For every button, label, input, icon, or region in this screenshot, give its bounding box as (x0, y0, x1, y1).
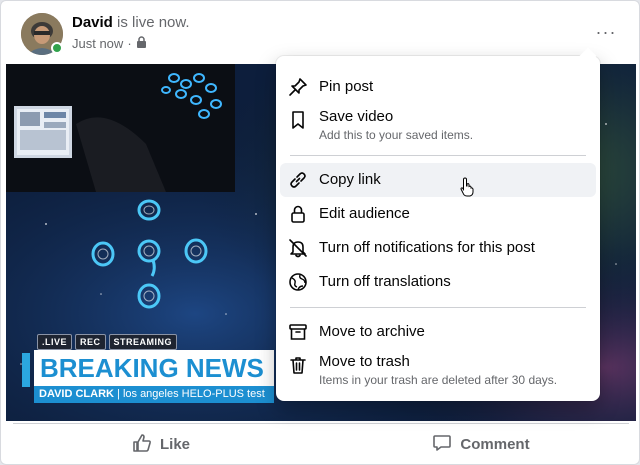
like-label: Like (159, 436, 190, 453)
post-time[interactable]: Just now (72, 36, 123, 51)
meta-separator: · (127, 36, 132, 51)
trash-icon (288, 355, 308, 375)
menu-item-copy-link[interactable]: Copy link (280, 163, 596, 197)
like-button[interactable]: Like (1, 423, 321, 464)
menu-item-sublabel: Items in your trash are deleted after 30… (319, 373, 558, 387)
menu-item-edit-audience[interactable]: Edit audience (280, 197, 596, 231)
menu-item-label: Save video (319, 108, 394, 125)
menu-item-turn-off-notifications[interactable]: Turn off notifications for this post (280, 231, 596, 265)
author-line: David is live now. (72, 14, 190, 31)
menu-item-label: Turn off notifications for this post (319, 239, 535, 256)
author-name[interactable]: David (72, 14, 113, 31)
ticker-text: | los angeles HELO-PLUS test (117, 388, 265, 400)
online-status-dot (51, 42, 63, 54)
more-options-icon[interactable]: ··· (589, 21, 623, 43)
live-tag: .LIVE (37, 334, 73, 350)
live-status: is live now. (117, 14, 190, 31)
menu-item-pin-post[interactable]: Pin post (280, 70, 596, 104)
menu-item-label: Turn off translations (319, 273, 451, 290)
post-card: David is live now. Just now · ··· .LIVE … (0, 0, 640, 465)
live-tags: .LIVE REC STREAMING (37, 334, 178, 350)
comment-label: Comment (460, 436, 530, 453)
archive-icon (288, 322, 308, 342)
lock-icon (136, 36, 147, 51)
link-icon (288, 170, 308, 190)
hand-cursor-icon (459, 177, 477, 202)
menu-item-label: Edit audience (319, 205, 410, 222)
news-accent-bar (22, 353, 30, 387)
ticker-name: DAVID CLARK (39, 388, 114, 400)
streaming-tag: STREAMING (108, 334, 178, 350)
thumbs-up-icon (132, 433, 152, 457)
menu-separator (290, 155, 586, 156)
camera-inset (6, 64, 235, 192)
menu-item-label: Move to archive (319, 323, 425, 340)
menu-separator (290, 307, 586, 308)
comment-icon (432, 433, 452, 457)
pin-icon (288, 77, 308, 97)
menu-item-sublabel: Add this to your saved items. (319, 128, 474, 142)
menu-item-save-video[interactable]: Save video Add this to your saved items. (280, 104, 596, 150)
comment-button[interactable]: Comment (321, 423, 639, 464)
menu-item-move-to-archive[interactable]: Move to archive (280, 315, 596, 349)
globe-icon (288, 272, 308, 292)
rec-tag: REC (75, 334, 106, 350)
breaking-news-title: BREAKING NEWS (34, 350, 274, 386)
bookmark-icon (288, 110, 308, 130)
menu-item-label: Copy link (319, 171, 381, 188)
bell-off-icon (288, 238, 308, 258)
post-header: David is live now. Just now · ··· (1, 1, 639, 63)
menu-item-label: Pin post (319, 78, 374, 95)
menu-item-move-to-trash[interactable]: Move to trash Items in your trash are de… (280, 349, 596, 393)
news-ticker: DAVID CLARK | los angeles HELO-PLUS test (34, 386, 274, 403)
post-options-menu: Pin post Save video Add this to your sav… (276, 47, 600, 401)
menu-item-label: Move to trash (319, 353, 410, 370)
post-meta: Just now · (72, 36, 147, 51)
lock-icon (288, 204, 308, 224)
menu-item-turn-off-translations[interactable]: Turn off translations (280, 265, 596, 299)
post-actions: Like Comment (1, 423, 639, 464)
